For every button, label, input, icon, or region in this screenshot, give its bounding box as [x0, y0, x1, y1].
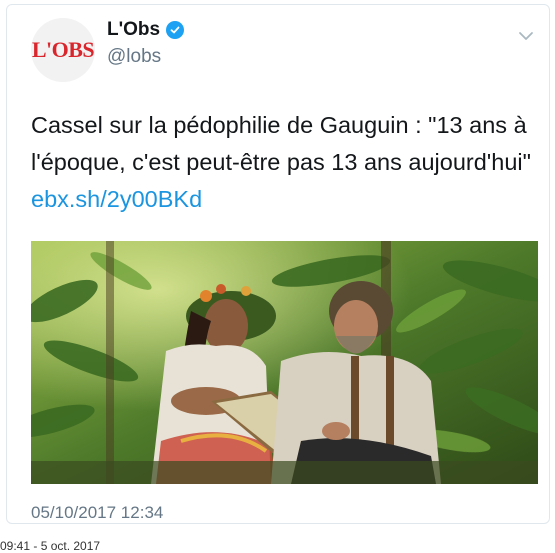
tweet-photo[interactable] [31, 241, 538, 484]
user-handle[interactable]: @lobs [107, 46, 161, 68]
author-name-row: L'Obs [107, 19, 185, 41]
tweet-link[interactable]: ebx.sh/2y00BKd [31, 186, 202, 212]
verified-badge-icon [166, 21, 185, 39]
tweet-photo-image [31, 241, 538, 484]
chevron-down-icon[interactable] [517, 27, 535, 45]
tweet-timestamp[interactable]: 05/10/2017 12:34 [31, 503, 163, 523]
avatar[interactable]: L'OBS [31, 18, 95, 82]
avatar-logo: L'OBS [31, 37, 95, 62]
display-name[interactable]: L'Obs [107, 19, 160, 41]
tweet-card: L'OBS L'Obs @lobs Cassel sur la pédophil… [6, 4, 550, 524]
tweet-body: Cassel sur la pédophilie de Gauguin : "1… [31, 112, 531, 175]
status-bar-text: 09:41 - 5 oct. 2017 [0, 539, 101, 553]
tweet-text: Cassel sur la pédophilie de Gauguin : "1… [31, 107, 536, 218]
